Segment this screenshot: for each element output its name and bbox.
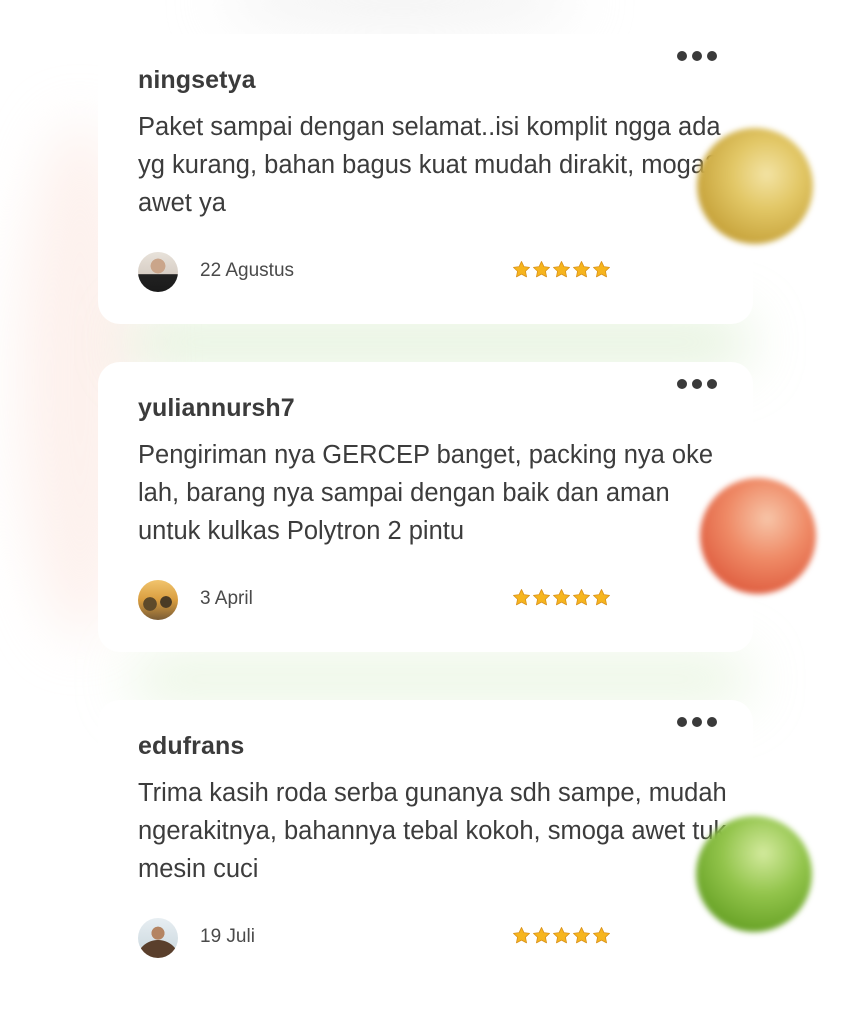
review-date: 3 April (200, 588, 253, 609)
review-text: Paket sampai dengan selamat..isi komplit… (138, 113, 721, 217)
star-icon (593, 927, 610, 944)
star-icon (513, 261, 530, 278)
review-card: ningsetya Paket sampai dengan selamat..i… (98, 34, 753, 324)
review-date: 19 Juli (200, 926, 255, 947)
star-icon (573, 927, 590, 944)
star-rating (512, 260, 611, 279)
star-icon (553, 927, 570, 944)
decorative-fruit-image (697, 128, 813, 244)
review-username[interactable]: edufrans (138, 732, 244, 761)
review-username[interactable]: ningsetya (138, 66, 256, 95)
decorative-fruit-image (696, 816, 812, 932)
star-icon (513, 589, 530, 606)
star-icon (593, 261, 610, 278)
star-rating (512, 926, 611, 945)
review-text: Trima kasih roda serba gunanya sdh sampe… (138, 779, 727, 883)
more-options-icon[interactable] (677, 376, 717, 392)
review-username[interactable]: yuliannursh7 (138, 394, 295, 423)
decorative-fruit-image (700, 478, 816, 594)
more-options-icon[interactable] (677, 48, 717, 64)
avatar[interactable] (138, 918, 178, 958)
avatar[interactable] (138, 252, 178, 292)
review-date: 22 Agustus (200, 260, 295, 281)
star-icon (573, 589, 590, 606)
star-icon (533, 589, 550, 606)
star-icon (593, 589, 610, 606)
star-icon (573, 261, 590, 278)
background-glow (220, 0, 580, 30)
avatar[interactable] (138, 580, 178, 620)
more-options-icon[interactable] (677, 714, 717, 730)
background-glow (130, 318, 750, 366)
star-icon (553, 261, 570, 278)
review-card: yuliannursh7 Pengiriman nya GERCEP bange… (98, 362, 753, 652)
review-text: Pengiriman nya GERCEP banget, packing ny… (138, 441, 714, 545)
star-icon (533, 261, 550, 278)
review-card: edufrans Trima kasih roda serba gunanya … (98, 700, 753, 990)
star-icon (553, 589, 570, 606)
star-icon (533, 927, 550, 944)
star-rating (512, 588, 611, 607)
background-glow (130, 655, 750, 703)
star-icon (513, 927, 530, 944)
